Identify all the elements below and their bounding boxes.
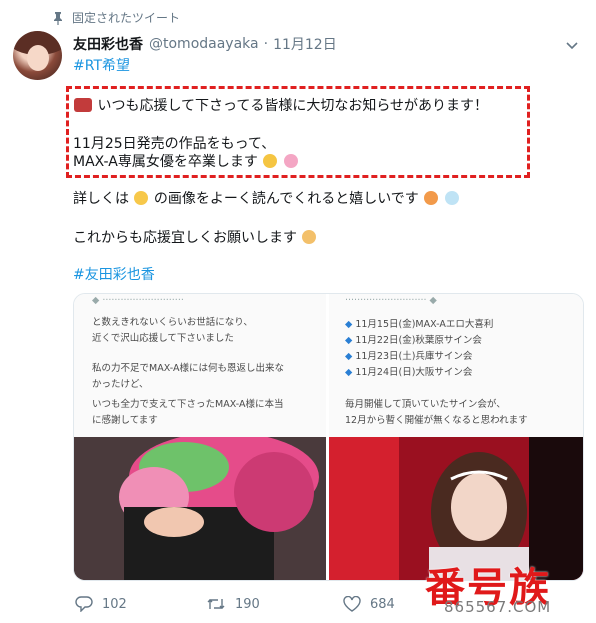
tweet-line-5-text: これからも応援宜しくお願いします xyxy=(73,230,297,246)
watermark-url: 865567.COM xyxy=(444,598,552,616)
user-handle[interactable]: @tomodaayaka xyxy=(149,36,259,52)
tweet-line-3-text: MAX-A専属女優を卒業します xyxy=(73,154,258,170)
megaphone-icon xyxy=(74,98,92,112)
media-right-cut-line: ··························· ◆ xyxy=(345,295,437,306)
bowing-person-emoji-icon xyxy=(302,230,317,244)
tweet-line-5: これからも応援宜しくお願いします xyxy=(73,227,317,247)
pin-icon xyxy=(54,11,62,25)
media-left-line: かったけど、 xyxy=(92,379,149,390)
tweet-line-3: MAX-A専属女優を卒業します xyxy=(73,151,299,171)
tweet-header: 友田彩也香 @tomodaayaka · 11月12日 xyxy=(73,34,337,54)
media-left-line: に感謝してます xyxy=(92,415,158,426)
reply-button[interactable]: 102 xyxy=(75,596,127,612)
separator-dot: · xyxy=(263,36,269,52)
hashtag-rt[interactable]: #RT希望 xyxy=(73,55,130,75)
retweet-icon xyxy=(207,599,225,609)
chevron-down-icon[interactable] xyxy=(565,38,579,52)
tweet-line-4-text-b: の画像をよーく読んでくれると嬉しいです xyxy=(153,191,419,207)
like-count: 684 xyxy=(370,596,395,612)
smile-emoji-icon xyxy=(263,154,278,168)
hashtag-name[interactable]: #友田彩也香 xyxy=(73,264,155,284)
media-right-event: ◆ 11月15日(金)MAX-Aエロ大喜利 xyxy=(345,319,494,330)
tweet-line-2: 11月25日発売の作品をもって、 xyxy=(73,136,276,152)
media-image-right[interactable]: ··························· ◆ ◆ 11月15日(金… xyxy=(329,294,583,580)
thought-bubble-emoji-icon xyxy=(444,191,459,205)
media-right-line: 毎月開催して頂いていたサイン会が、 xyxy=(345,399,506,410)
reply-count: 102 xyxy=(102,596,127,612)
media-left-cut-line: ◆ ··························· xyxy=(92,295,184,306)
display-name[interactable]: 友田彩也香 xyxy=(73,34,143,54)
heart-icon xyxy=(343,596,361,612)
tweet-line-4: 詳しくは の画像をよーく読んでくれると嬉しいです xyxy=(73,188,460,208)
media-left-line: 近くで沢山応援して下さいました xyxy=(92,333,234,344)
media-left-line: 私の力不足でMAX-A様には何も恩返し出来な xyxy=(92,363,284,374)
blossom-emoji-icon xyxy=(283,154,298,168)
pinned-tweet-label: 固定されたツイート xyxy=(52,9,180,26)
reply-icon xyxy=(75,596,93,612)
media-right-event: ◆ 11月24日(日)大阪サイン会 xyxy=(345,367,473,378)
like-button[interactable]: 684 xyxy=(343,596,395,612)
tweet-date[interactable]: 11月12日 xyxy=(273,34,337,54)
media-right-line: 12月から暫く開催が無くなると思われます xyxy=(345,415,528,426)
media-left-line: いつも全力で支えて下さったMAX-A様に本当 xyxy=(92,399,284,410)
photo-flowers xyxy=(74,437,326,580)
tweet-line-1: いつも応援して下さってる皆様に大切なお知らせがあります！ xyxy=(73,95,488,115)
avatar[interactable] xyxy=(13,31,62,80)
pointing-down-emoji-icon xyxy=(134,191,149,205)
media-image-left[interactable]: ◆ ··························· と数えきれないくらい… xyxy=(74,294,326,580)
retweet-count: 190 xyxy=(235,596,260,612)
media-right-event: ◆ 11月22日(金)秋葉原サイン会 xyxy=(345,335,482,346)
tweet-media[interactable]: ◆ ··························· と数えきれないくらい… xyxy=(73,293,584,581)
media-right-event: ◆ 11月23日(土)兵庫サイン会 xyxy=(345,351,473,362)
pinned-label-text: 固定されたツイート xyxy=(72,11,181,25)
tweet-line-4-text-a: 詳しくは xyxy=(73,191,129,207)
tweet-line-1-text: いつも応援して下さってる皆様に大切なお知らせがあります！ xyxy=(97,98,489,114)
media-left-line: と数えきれないくらいお世話になり、 xyxy=(92,317,253,328)
retweet-button[interactable]: 190 xyxy=(206,596,260,612)
hearts-face-emoji-icon xyxy=(424,191,439,205)
